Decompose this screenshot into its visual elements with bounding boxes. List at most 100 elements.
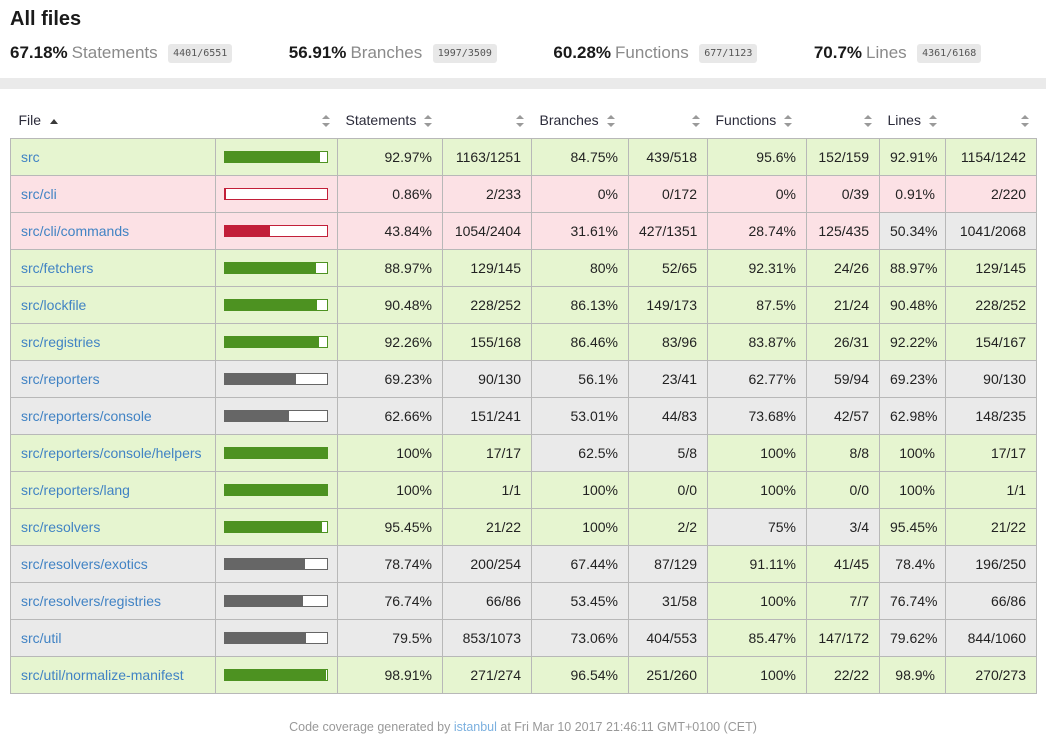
branches-ratio-cell: 31/58 bbox=[629, 583, 708, 620]
column-header-lines[interactable]: Lines bbox=[880, 102, 946, 139]
file-link[interactable]: src/registries bbox=[21, 334, 100, 350]
table-row: src/cli0.86%2/2330%0/1720%0/390.91%2/220 bbox=[11, 176, 1037, 213]
coverage-table: File Statements Branches Functions Lines… bbox=[10, 102, 1037, 694]
column-header-branches-ratio[interactable] bbox=[629, 102, 708, 139]
coverage-bar-cell bbox=[216, 472, 338, 509]
file-cell: src/cli/commands bbox=[11, 213, 216, 250]
branches-percent-cell: 100% bbox=[532, 472, 629, 509]
table-row: src/util79.5%853/107373.06%404/55385.47%… bbox=[11, 620, 1037, 657]
functions-percent-cell: 92.31% bbox=[708, 250, 807, 287]
lines-ratio-cell: 90/130 bbox=[946, 361, 1037, 398]
table-row: src/reporters/console/helpers100%17/1762… bbox=[11, 435, 1037, 472]
functions-percent-cell: 100% bbox=[708, 657, 807, 694]
branches-ratio-cell: 5/8 bbox=[629, 435, 708, 472]
file-link[interactable]: src/util/normalize-manifest bbox=[21, 667, 184, 683]
lines-ratio-cell: 154/167 bbox=[946, 324, 1037, 361]
column-label-functions: Functions bbox=[716, 112, 777, 128]
file-link[interactable]: src/cli bbox=[21, 186, 57, 202]
column-header-statements[interactable]: Statements bbox=[338, 102, 443, 139]
functions-fraction: 677/1123 bbox=[699, 44, 757, 63]
file-link[interactable]: src/lockfile bbox=[21, 297, 86, 313]
functions-percent-cell: 0% bbox=[708, 176, 807, 213]
file-cell: src/reporters/console/helpers bbox=[11, 435, 216, 472]
file-cell: src/resolvers/exotics bbox=[11, 546, 216, 583]
column-header-functions-ratio[interactable] bbox=[807, 102, 880, 139]
table-row: src/util/normalize-manifest98.91%271/274… bbox=[11, 657, 1037, 694]
coverage-bar-cell bbox=[216, 509, 338, 546]
coverage-bar-cell bbox=[216, 435, 338, 472]
istanbul-link[interactable]: istanbul bbox=[454, 720, 497, 734]
file-link[interactable]: src/fetchers bbox=[21, 260, 93, 276]
column-header-statements-ratio[interactable] bbox=[443, 102, 532, 139]
report-footer: Code coverage generated by istanbul at F… bbox=[0, 694, 1046, 752]
branches-percent-cell: 0% bbox=[532, 176, 629, 213]
lines-percent-cell: 100% bbox=[880, 435, 946, 472]
file-cell: src/cli bbox=[11, 176, 216, 213]
coverage-bar-cell bbox=[216, 213, 338, 250]
table-row: src/registries92.26%155/16886.46%83/9683… bbox=[11, 324, 1037, 361]
functions-percent: 60.28% bbox=[553, 43, 611, 62]
file-link[interactable]: src/resolvers/exotics bbox=[21, 556, 148, 572]
coverage-bar bbox=[224, 595, 328, 607]
coverage-bar bbox=[224, 225, 328, 237]
branches-label: Branches bbox=[350, 43, 422, 62]
branches-percent-cell: 86.46% bbox=[532, 324, 629, 361]
column-header-branches[interactable]: Branches bbox=[532, 102, 629, 139]
file-link[interactable]: src/reporters/console bbox=[21, 408, 152, 424]
sort-icon bbox=[515, 115, 524, 127]
functions-ratio-cell: 152/159 bbox=[807, 139, 880, 176]
file-link[interactable]: src/resolvers bbox=[21, 519, 100, 535]
branches-ratio-cell: 52/65 bbox=[629, 250, 708, 287]
column-header-lines-ratio[interactable] bbox=[946, 102, 1037, 139]
file-link[interactable]: src/resolvers/registries bbox=[21, 593, 161, 609]
branches-percent-cell: 86.13% bbox=[532, 287, 629, 324]
sort-icon bbox=[691, 115, 700, 127]
sort-icon bbox=[606, 115, 615, 127]
file-link[interactable]: src/util bbox=[21, 630, 61, 646]
lines-percent-cell: 50.34% bbox=[880, 213, 946, 250]
statements-percent-cell: 88.97% bbox=[338, 250, 443, 287]
branches-percent-cell: 53.01% bbox=[532, 398, 629, 435]
lines-percent: 70.7% bbox=[814, 43, 862, 62]
statements-ratio-cell: 155/168 bbox=[443, 324, 532, 361]
lines-percent-cell: 76.74% bbox=[880, 583, 946, 620]
branches-ratio-cell: 23/41 bbox=[629, 361, 708, 398]
lines-ratio-cell: 270/273 bbox=[946, 657, 1037, 694]
file-link[interactable]: src/cli/commands bbox=[21, 223, 129, 239]
statements-percent-cell: 100% bbox=[338, 472, 443, 509]
coverage-bar-cell bbox=[216, 620, 338, 657]
file-link[interactable]: src bbox=[21, 149, 40, 165]
branches-percent: 56.91% bbox=[289, 43, 347, 62]
statements-ratio-cell: 1/1 bbox=[443, 472, 532, 509]
table-row: src/resolvers95.45%21/22100%2/275%3/495.… bbox=[11, 509, 1037, 546]
statements-ratio-cell: 853/1073 bbox=[443, 620, 532, 657]
statements-percent-cell: 100% bbox=[338, 435, 443, 472]
coverage-bar bbox=[224, 558, 328, 570]
column-header-functions[interactable]: Functions bbox=[708, 102, 807, 139]
file-cell: src/reporters bbox=[11, 361, 216, 398]
functions-ratio-cell: 3/4 bbox=[807, 509, 880, 546]
lines-percent-cell: 95.45% bbox=[880, 509, 946, 546]
lines-percent-cell: 92.91% bbox=[880, 139, 946, 176]
lines-percent-cell: 78.4% bbox=[880, 546, 946, 583]
branches-percent-cell: 100% bbox=[532, 509, 629, 546]
sort-icon bbox=[423, 115, 432, 127]
functions-percent-cell: 100% bbox=[708, 435, 807, 472]
coverage-bar-fill bbox=[225, 226, 270, 237]
functions-ratio-cell: 125/435 bbox=[807, 213, 880, 250]
column-header-file[interactable]: File bbox=[11, 102, 216, 139]
file-link[interactable]: src/reporters/console/helpers bbox=[21, 445, 202, 461]
coverage-table-body: src92.97%1163/125184.75%439/51895.6%152/… bbox=[11, 139, 1037, 694]
statements-percent-cell: 79.5% bbox=[338, 620, 443, 657]
table-row: src/lockfile90.48%228/25286.13%149/17387… bbox=[11, 287, 1037, 324]
file-link[interactable]: src/reporters/lang bbox=[21, 482, 130, 498]
branches-percent-cell: 53.45% bbox=[532, 583, 629, 620]
table-row: src/resolvers/registries76.74%66/8653.45… bbox=[11, 583, 1037, 620]
statements-ratio-cell: 2/233 bbox=[443, 176, 532, 213]
functions-percent-cell: 91.11% bbox=[708, 546, 807, 583]
functions-ratio-cell: 147/172 bbox=[807, 620, 880, 657]
coverage-bar bbox=[224, 669, 328, 681]
coverage-bar-cell bbox=[216, 287, 338, 324]
column-header-bar[interactable] bbox=[216, 102, 338, 139]
file-link[interactable]: src/reporters bbox=[21, 371, 100, 387]
